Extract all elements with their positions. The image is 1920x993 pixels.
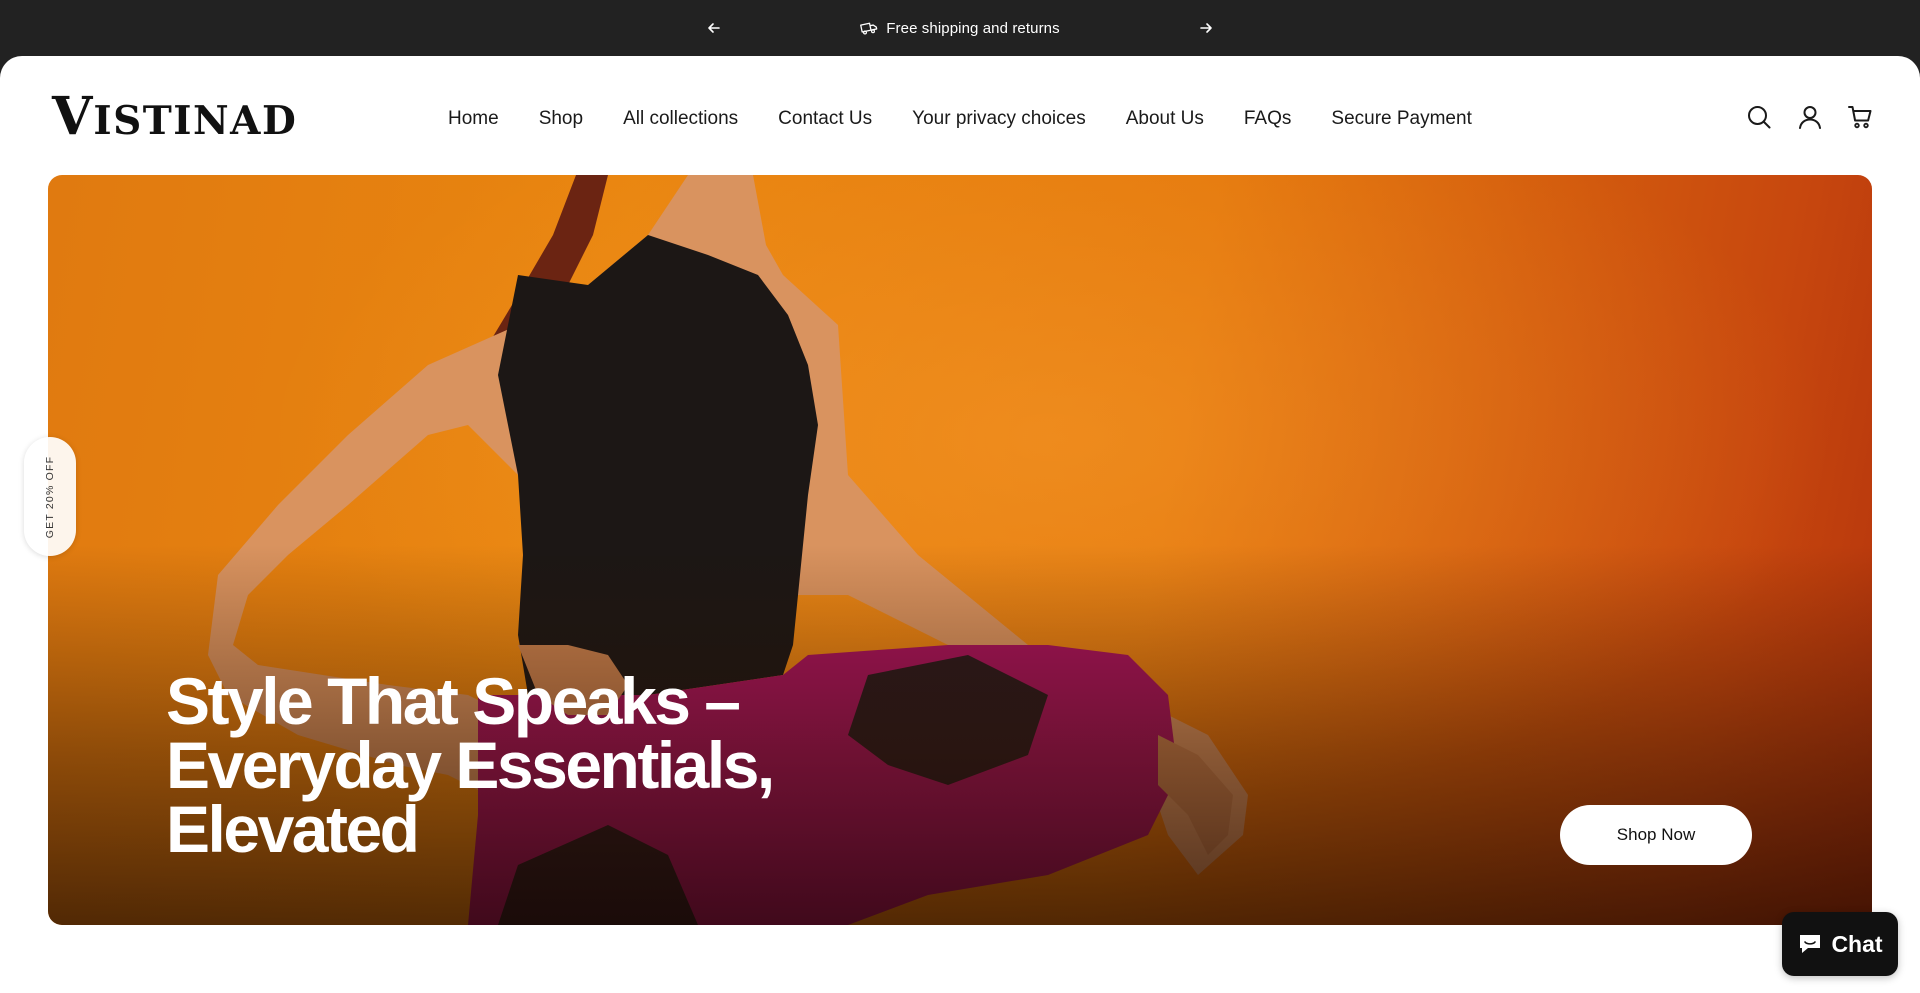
logo-initial: V (52, 86, 94, 147)
cart-icon (1848, 106, 1872, 129)
arrow-left-icon (708, 23, 720, 33)
discount-tab[interactable]: GET 20% OFF (24, 437, 76, 556)
truck-icon (860, 22, 878, 35)
search-button[interactable] (1744, 102, 1774, 132)
hero-title-line-1: Style That Speaks – (166, 664, 741, 738)
next-announcement-button[interactable] (1196, 18, 1216, 38)
announcement-bar: Free shipping and returns (0, 0, 1920, 56)
nav-secure-payment[interactable]: Secure Payment (1331, 108, 1471, 130)
brand-logo[interactable]: V ISTINAD (52, 86, 298, 147)
nav-about-us[interactable]: About Us (1126, 108, 1204, 130)
nav-all-collections[interactable]: All collections (623, 108, 738, 130)
hero-banner: Style That Speaks – Everyday Essentials,… (48, 175, 1872, 925)
chat-button[interactable]: Chat (1782, 912, 1898, 976)
previous-announcement-button[interactable] (704, 18, 724, 38)
main-navigation: Home Shop All collections Contact Us You… (448, 104, 1472, 134)
cart-button[interactable] (1845, 102, 1875, 132)
discount-tab-label: GET 20% OFF (44, 455, 57, 538)
site-header: V ISTINAD Home Shop All collections Cont… (0, 56, 1920, 175)
account-icon (1799, 106, 1821, 129)
logo-wordmark: ISTINAD (93, 97, 298, 144)
announcement-text: Free shipping and returns (886, 19, 1060, 37)
account-button[interactable] (1795, 102, 1825, 132)
nav-shop[interactable]: Shop (539, 108, 583, 130)
hero-title: Style That Speaks – Everyday Essentials,… (166, 668, 886, 862)
shop-now-button[interactable]: Shop Now (1560, 805, 1752, 865)
hero-title-line-3: Elevated (166, 792, 420, 866)
arrow-right-icon (1200, 23, 1212, 33)
nav-privacy-choices[interactable]: Your privacy choices (912, 108, 1086, 130)
nav-faqs[interactable]: FAQs (1244, 108, 1292, 130)
page-content: V ISTINAD Home Shop All collections Cont… (0, 56, 1920, 993)
search-icon (1748, 106, 1771, 129)
nav-contact-us[interactable]: Contact Us (778, 108, 872, 130)
nav-home[interactable]: Home (448, 108, 499, 130)
chat-label: Chat (1831, 930, 1883, 957)
chat-bubble-icon (1800, 935, 1821, 953)
hero-title-line-2: Everyday Essentials, (166, 728, 775, 802)
announcement-message: Free shipping and returns (860, 19, 1060, 37)
